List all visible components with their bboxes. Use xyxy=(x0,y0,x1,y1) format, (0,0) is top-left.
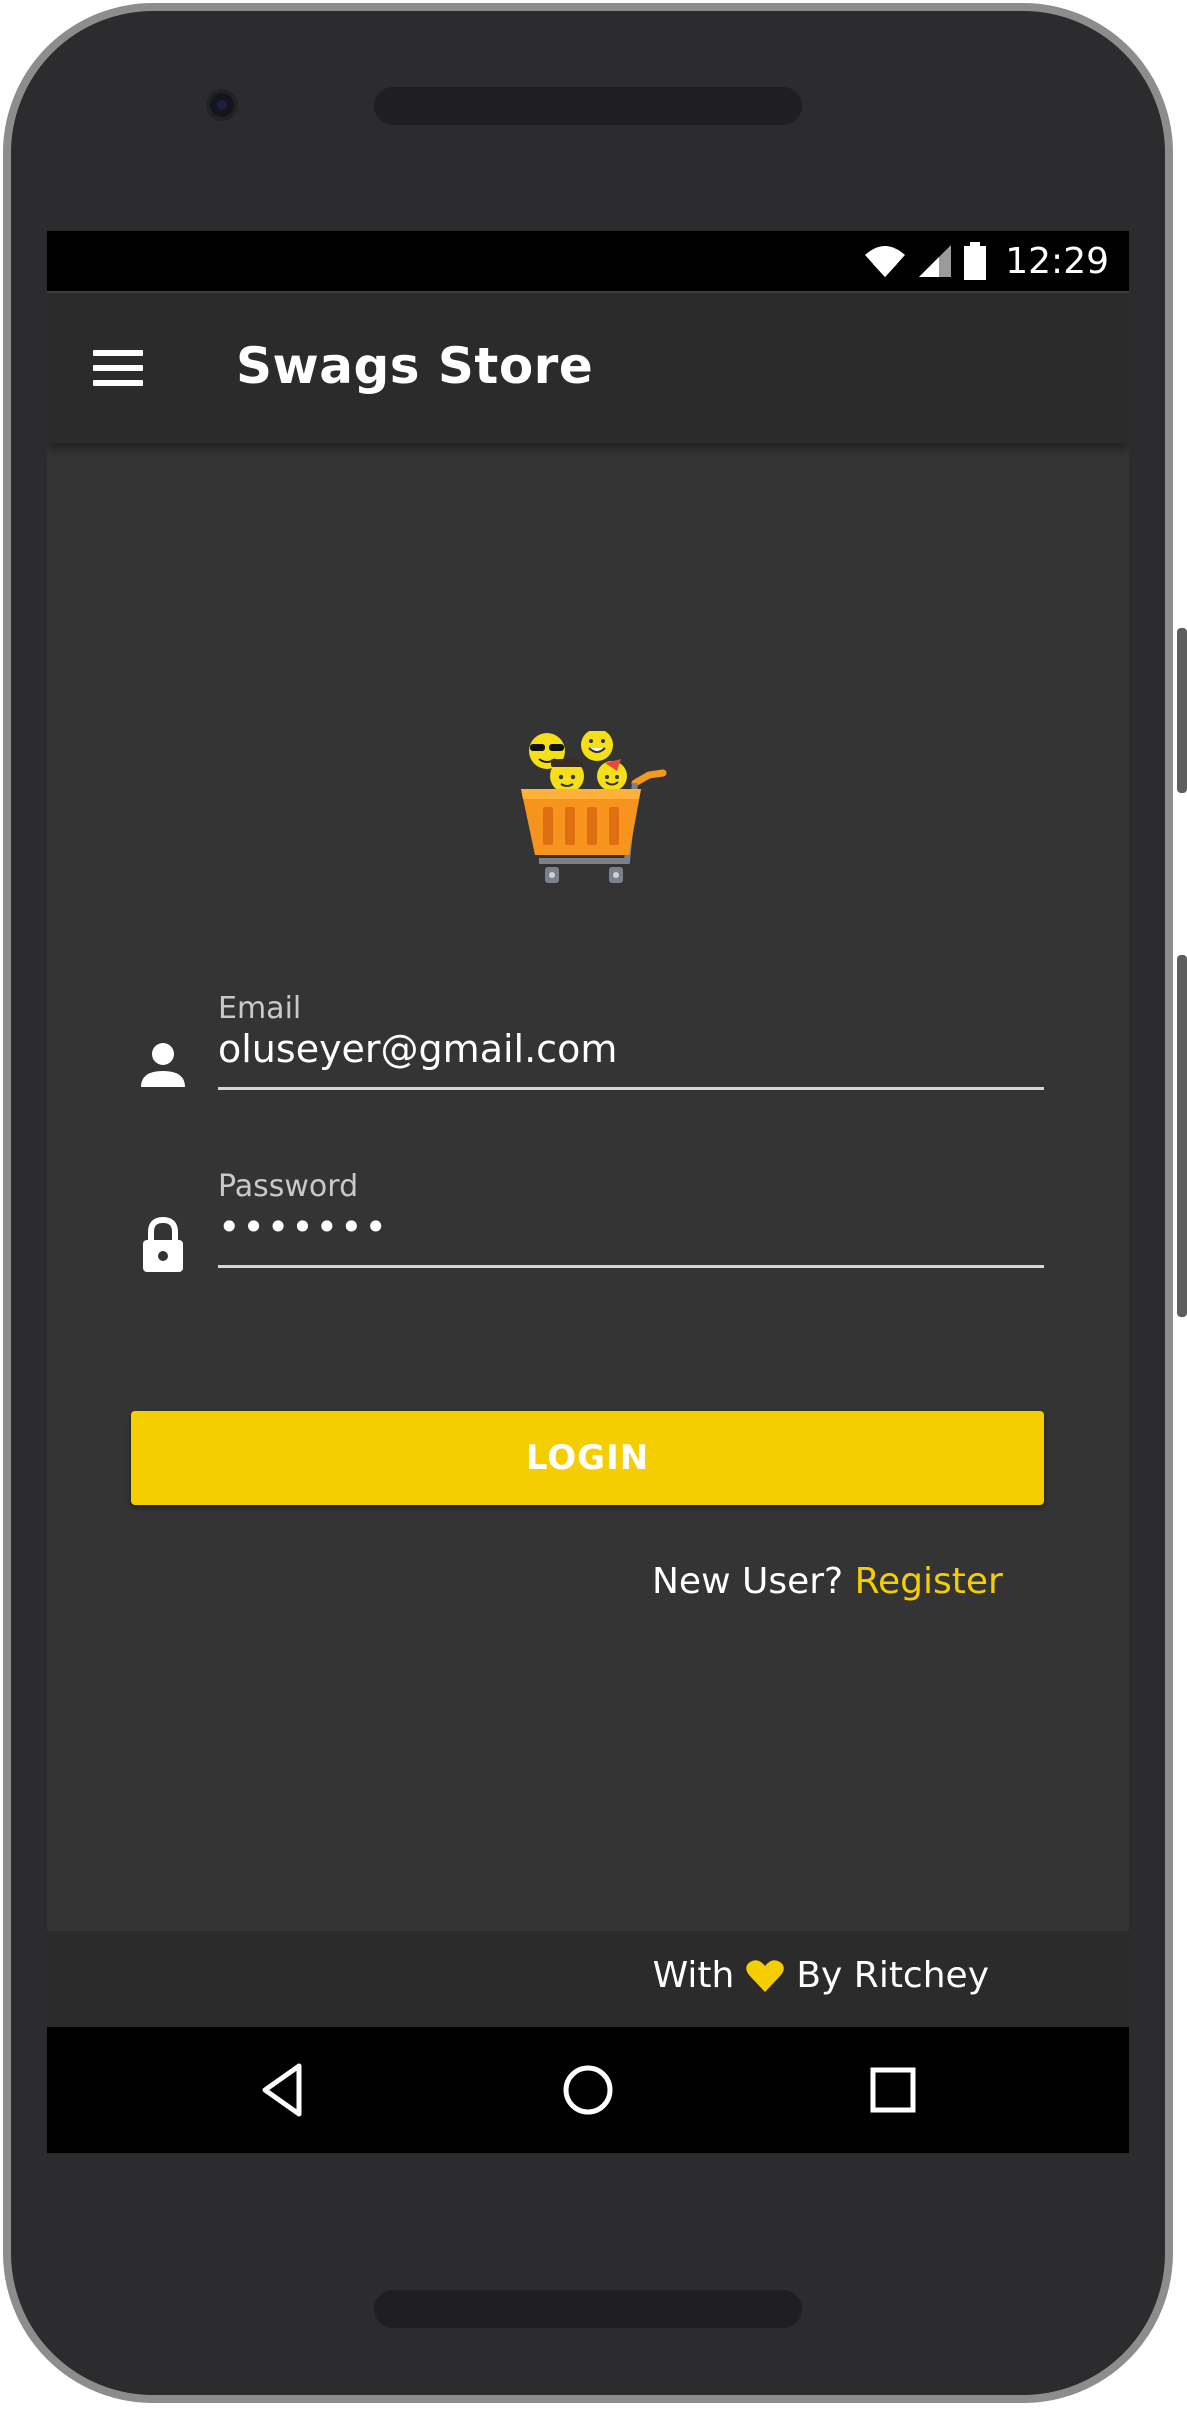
volume-button xyxy=(1177,955,1187,1317)
battery-icon xyxy=(964,242,987,280)
status-icons: 12:29 xyxy=(863,239,1109,283)
footer-suffix: By Ritchey xyxy=(796,1955,989,1996)
navigation-bar xyxy=(47,2027,1129,2153)
status-time: 12:29 xyxy=(1005,240,1109,282)
email-field[interactable]: Email oluseyer@gmail.com xyxy=(218,991,1044,1091)
app-title: Swags Store xyxy=(236,337,594,395)
status-bar: 12:29 xyxy=(47,231,1129,293)
cellular-signal-icon xyxy=(919,245,952,277)
password-label: Password xyxy=(218,1169,359,1204)
footer: With By Ritchey xyxy=(47,1931,1129,2027)
email-input[interactable]: oluseyer@gmail.com xyxy=(218,1027,617,1071)
front-camera xyxy=(206,89,238,121)
wifi-icon xyxy=(865,246,906,277)
app-bar: Swags Store xyxy=(47,293,1129,443)
password-underline xyxy=(218,1265,1044,1268)
new-user-prompt: New User? xyxy=(652,1561,844,1602)
hamburger-menu-icon[interactable] xyxy=(93,348,143,388)
home-icon[interactable] xyxy=(560,2062,616,2118)
email-label: Email xyxy=(218,991,302,1026)
footer-prefix: With xyxy=(652,1955,735,1996)
person-icon xyxy=(141,1043,185,1087)
power-button xyxy=(1177,628,1187,793)
lock-icon xyxy=(143,1216,183,1272)
back-icon[interactable] xyxy=(257,2062,313,2118)
screen: 12:29 Swags Store Email oluseyer@gmail.c… xyxy=(47,231,1129,2153)
email-underline xyxy=(218,1087,1044,1090)
footer-credit: With By Ritchey xyxy=(653,1955,989,1996)
bottom-speaker xyxy=(374,2290,802,2328)
password-input[interactable]: ••••••• xyxy=(218,1205,389,1249)
shopping-cart-emoji-logo xyxy=(521,731,667,883)
top-speaker xyxy=(374,87,802,125)
recents-icon[interactable] xyxy=(865,2062,921,2118)
register-row: New User? Register xyxy=(652,1561,1003,1602)
register-link[interactable]: Register xyxy=(855,1561,1003,1602)
password-field[interactable]: Password ••••••• xyxy=(218,1169,1044,1269)
login-button[interactable]: LOGIN xyxy=(131,1411,1044,1505)
heart-icon xyxy=(746,1959,785,1992)
login-button-label: LOGIN xyxy=(525,1438,650,1478)
